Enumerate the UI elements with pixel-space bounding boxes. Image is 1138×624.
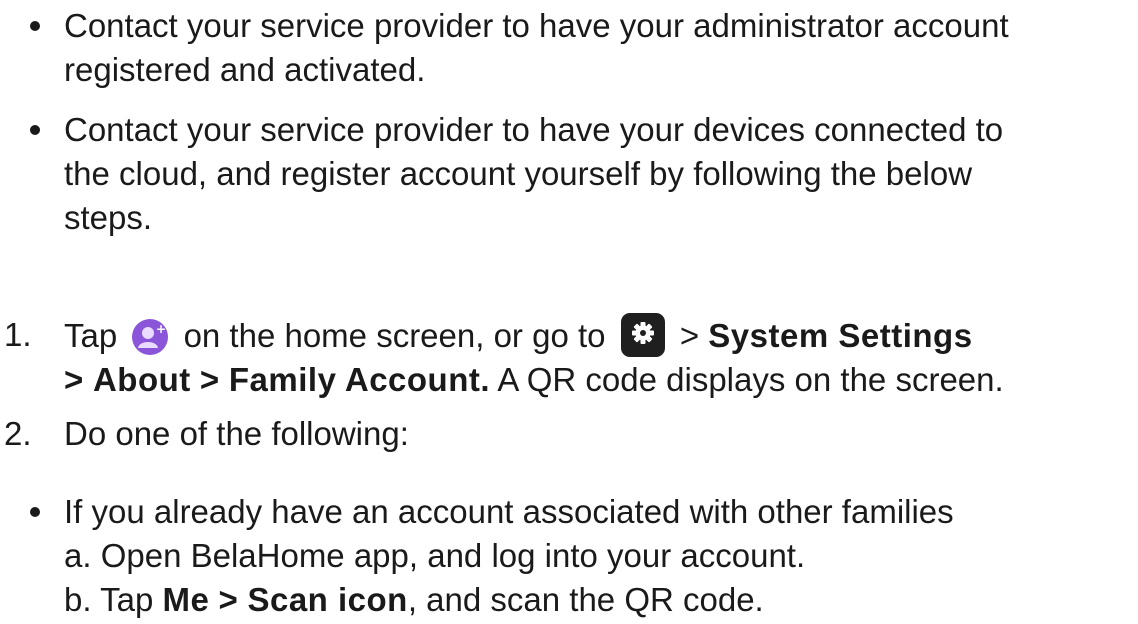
document-page: Contact your service provider to have yo… [0, 0, 1138, 624]
menu-path-system-settings: System Settings [708, 317, 973, 354]
bullet-text-line: the cloud, and register account yourself… [64, 155, 973, 192]
separator-text: > [199, 361, 220, 398]
bullet-text-line: steps. [64, 199, 153, 236]
step-line: > About > Family Account. A QR code disp… [64, 358, 1138, 402]
step-line: Tap + on the home screen, or go to > Sys… [64, 313, 1138, 358]
bullet-text-line: If you already have an account associate… [64, 493, 954, 530]
settings-icon[interactable] [620, 313, 665, 357]
separator-text: > [679, 317, 700, 354]
sub-step-b: b. Tap Me > Scan icon, and scan the QR c… [64, 578, 1130, 622]
bullet-dot [30, 125, 40, 135]
menu-path-scan-icon: Scan icon [247, 581, 408, 618]
step-item: 2. Do one of the following: [0, 412, 1138, 456]
menu-path-me: Me [162, 581, 210, 618]
bullet-dot [30, 21, 40, 31]
bullet-item: Contact your service provider to have yo… [30, 4, 1130, 92]
step-text: Tap [64, 317, 118, 354]
menu-path-family-account: Family Account. [228, 361, 491, 398]
menu-path-about: About [92, 361, 191, 398]
step-number: 1. [4, 316, 32, 353]
separator-text: > [218, 581, 239, 618]
step-text: Do one of the following: [64, 415, 409, 452]
step-text: on the home screen, or go to [183, 317, 606, 354]
sub-step-text: b. Tap [64, 581, 154, 618]
family-account-icon[interactable]: + [132, 319, 169, 355]
sub-bullet-item: If you already have an account associate… [30, 490, 1130, 622]
bullet-text-line: Contact your service provider to have yo… [64, 7, 1009, 44]
step-number: 2. [4, 415, 32, 452]
step-text: A QR code displays on the screen. [497, 361, 1004, 398]
sub-step-a: a. Open BelaHome app, and log into your … [64, 537, 806, 574]
bullet-item: Contact your service provider to have yo… [30, 108, 1130, 240]
sub-step-text: , and scan the QR code. [407, 581, 764, 618]
separator-text: > [64, 361, 84, 398]
step-item: 1. Tap + on the home screen, or go to > … [0, 313, 1138, 402]
bullet-text-line: Contact your service provider to have yo… [64, 111, 1004, 148]
bullet-text-line: registered and activated. [64, 51, 426, 88]
bullet-dot [30, 507, 40, 517]
svg-text:+: + [156, 322, 166, 336]
